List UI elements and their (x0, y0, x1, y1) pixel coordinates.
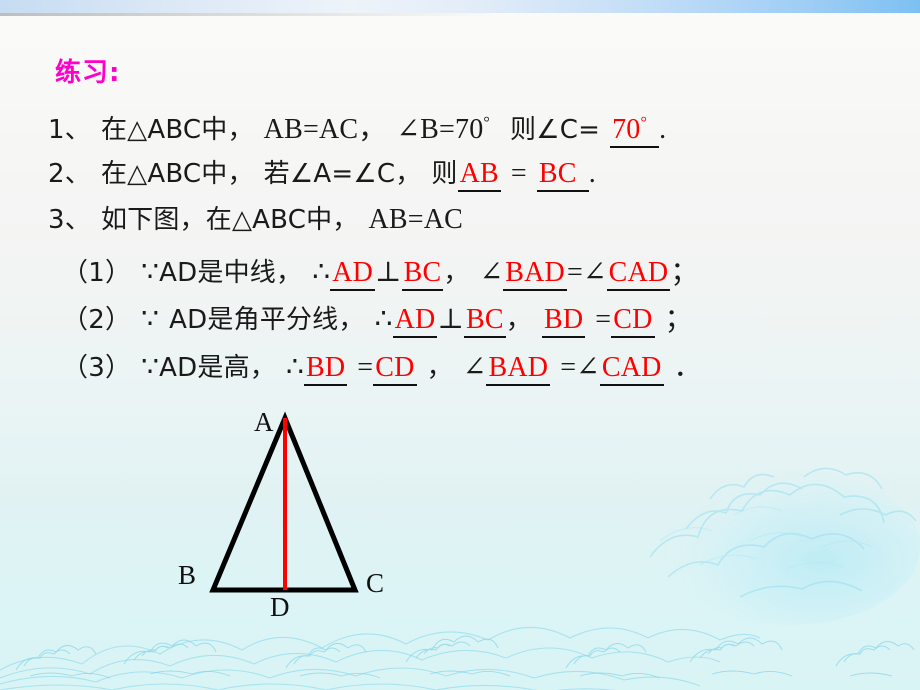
part-1-premise: AD是中线， (159, 258, 303, 288)
q1-then: 则∠C= (510, 115, 601, 145)
part-2-blank-4[interactable]: CD (611, 304, 655, 338)
part-1-blank-1[interactable]: AD (330, 257, 376, 291)
part-1-comma: ， (443, 258, 470, 288)
top-strip-shadow (0, 13, 500, 16)
q1-period: . (659, 114, 667, 145)
part-1-label: （1） (62, 258, 132, 288)
top-accent-strip (0, 0, 920, 13)
part-2-blank-3[interactable]: BD (541, 304, 586, 338)
part-3-angle-icon: ∠ (462, 352, 487, 383)
vertex-label-a: A (254, 407, 274, 437)
q1-answer-blank[interactable]: 70° (610, 114, 660, 148)
triangle-drawing (209, 411, 359, 593)
part-3-operator-1: = (357, 352, 374, 383)
part-2-operator-1: ⊥ (437, 304, 464, 335)
q2-number: 2、 (48, 159, 91, 189)
part-3-blank-4[interactable]: CAD (599, 352, 664, 386)
part-1-operator-1: ⊥ (375, 257, 402, 288)
part-2-operator-2: = (595, 304, 612, 335)
part-2-blank-1[interactable]: AD (392, 304, 438, 338)
q3-stem: 如下图，在△ABC中， (100, 205, 359, 235)
part-1-blank-3[interactable]: BAD (503, 257, 567, 291)
vertex-label-b: B (178, 560, 197, 590)
part-3-premise: AD是高， (159, 353, 276, 383)
part-3-label: （3） (62, 353, 132, 383)
part-2-because-icon: ∵ (141, 304, 160, 335)
part-1-because-icon: ∵ (141, 257, 160, 288)
q2-answer2-blank[interactable]: BC (536, 158, 589, 192)
q1-given1: AB=AC， (263, 114, 387, 145)
part-2-premise: AD是角平分线， (169, 305, 365, 335)
question-3-part-1: （1） ∵AD是中线， ∴AD⊥BC， ∠BAD=∠CAD； (62, 250, 699, 291)
q1-answer-degree: ° (640, 114, 648, 132)
q1-stem: 在△ABC中， (100, 115, 254, 145)
part-3-therefore-icon: ∴ (285, 352, 304, 383)
part-2-blank-2[interactable]: BC (464, 304, 506, 338)
part-1-blank-2[interactable]: BC (401, 257, 444, 291)
question-3-line: 3、 如下图，在△ABC中， AB=AC (48, 199, 463, 236)
part-3-blank-2[interactable]: CD (373, 352, 417, 386)
part-3-blank-3[interactable]: BAD (486, 352, 551, 386)
q2-period: . (588, 158, 596, 189)
triangle-figure: A B C D (170, 400, 430, 635)
question-3-part-2: （2） ∵ AD是角平分线， ∴AD⊥BC， BD =CD ； (62, 297, 693, 338)
part-1-end: ； (670, 257, 699, 288)
q2-equals: = (510, 158, 527, 189)
question-3-part-3: （3） ∵AD是高， ∴BD =CD ， ∠BAD =∠CAD ． (62, 345, 702, 386)
part-3-end: ． (673, 352, 702, 383)
vertex-label-c: C (366, 568, 385, 598)
question-2-line: 2、 在△ABC中， 若∠A=∠C， 则AB = BC. (48, 153, 596, 192)
q2-stem: 在△ABC中， (100, 159, 254, 189)
part-3-operator-2: =∠ (560, 352, 600, 383)
part-1-blank-4[interactable]: CAD (606, 257, 671, 291)
part-2-label: （2） (62, 305, 132, 335)
q1-answer: 70 (612, 114, 641, 145)
q1-given2-degree: ° (483, 114, 491, 132)
vertex-label-d: D (270, 592, 290, 622)
q1-number: 1、 (48, 115, 91, 145)
cloud-decoration (649, 467, 920, 625)
q2-then: 则 (431, 159, 458, 189)
q2-answer1-blank[interactable]: AB (457, 158, 501, 192)
question-1-line: 1、 在△ABC中， AB=AC， ∠B=70° 则∠C= 70°. (48, 107, 667, 148)
q1-given2: ∠B=70 (396, 114, 484, 145)
slide-canvas: 练习: 1、 在△ABC中， AB=AC， ∠B=70° 则∠C= 70°. 2、 在△AB… (0, 0, 920, 690)
part-3-because-icon: ∵ (141, 352, 160, 383)
part-3-blank-1[interactable]: BD (304, 352, 348, 386)
part-1-therefore-icon: ∴ (312, 257, 331, 288)
part-2-comma: ， (505, 305, 532, 335)
part-1-operator-2: =∠ (566, 257, 607, 288)
q2-given: 若∠A=∠C， (263, 159, 422, 189)
q2-answer2: BC (538, 158, 577, 189)
part-2-therefore-icon: ∴ (374, 304, 393, 335)
q3-number: 3、 (48, 205, 91, 235)
part-3-comma: ， (426, 353, 453, 383)
wave-decoration-band (0, 626, 915, 690)
part-2-end: ； (664, 304, 693, 335)
part-1-angle-icon: ∠ (479, 257, 504, 288)
q3-given: AB=AC (368, 204, 464, 235)
page-title: 练习: (55, 58, 121, 88)
